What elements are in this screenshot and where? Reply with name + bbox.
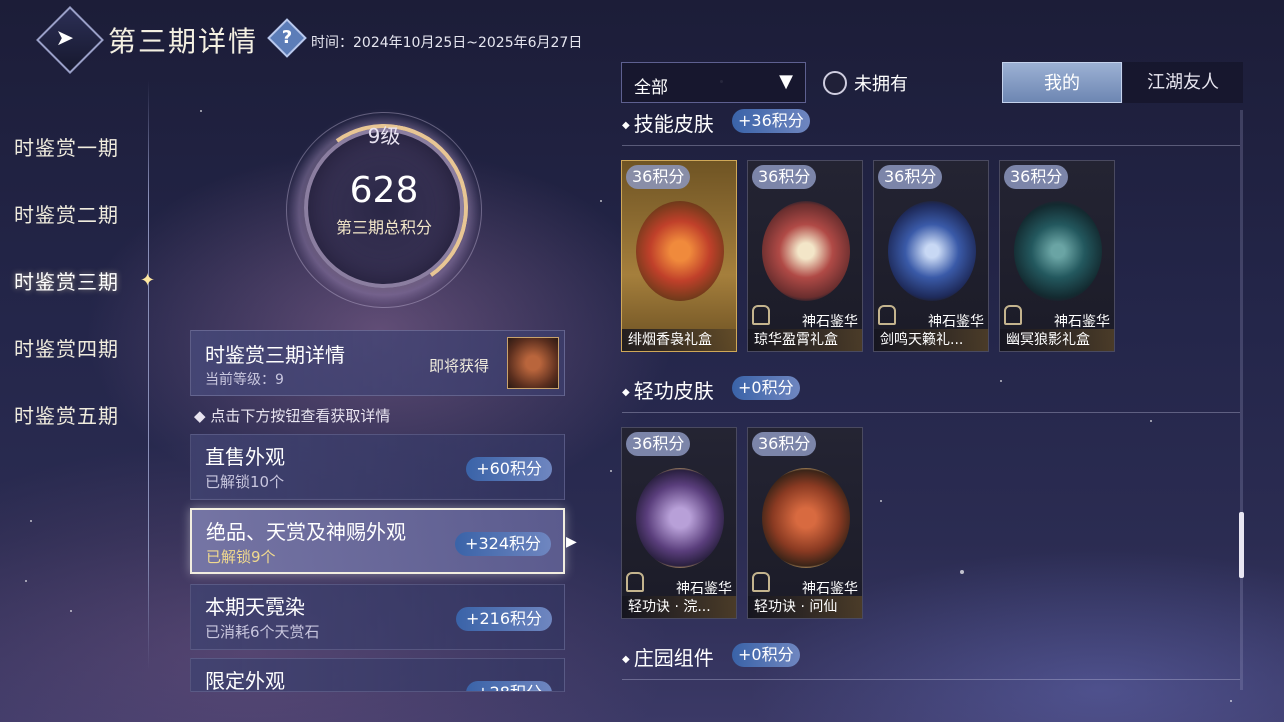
dropdown-caret-icon: ▼: [779, 71, 793, 92]
item-art: [762, 201, 850, 301]
section-title-manor: ◆ 庄园组件: [622, 646, 714, 670]
item-card[interactable]: 36积分 神石鉴华 轻功诀 · 浣...: [621, 427, 737, 619]
section-title-qinggong: ◆ 轻功皮肤: [622, 379, 714, 403]
item-art: [762, 468, 850, 568]
detail-title: 时鉴赏三期详情: [205, 343, 345, 367]
nav-item-period-2[interactable]: 时鉴赏二期: [14, 199, 119, 228]
item-art: [1014, 201, 1102, 301]
category-title: 绝品、天赏及神赐外观: [206, 520, 406, 544]
card-name: 琼华盈霄礼盒: [748, 329, 862, 351]
card-points: 36积分: [752, 432, 817, 456]
category-points: +60积分: [466, 457, 552, 481]
category-points: +28积分: [466, 681, 552, 691]
selected-arrow-icon: ▶: [566, 534, 577, 550]
card-source: 神石鉴华: [1054, 314, 1110, 330]
category-sub: 已消耗6个天赏石: [205, 623, 320, 641]
category-points: +324积分: [455, 532, 551, 556]
detail-soon-label: 即将获得: [429, 357, 490, 375]
category-title: 直售外观: [205, 445, 285, 469]
lock-icon: [1004, 305, 1022, 325]
section-points: +0积分: [732, 643, 800, 667]
card-points: 36积分: [752, 165, 817, 189]
event-time: 时间：2024年10月25日~2025年6月27日: [311, 32, 582, 52]
score-total: 628: [349, 170, 419, 211]
time-label: 时间：: [311, 35, 353, 51]
section-label: 轻功皮肤: [633, 379, 714, 403]
score-label: 第三期总积分: [335, 218, 432, 237]
scrollbar-thumb[interactable]: [1239, 512, 1244, 578]
card-points: 36积分: [1004, 165, 1069, 189]
item-card[interactable]: 36积分 神石鉴华 剑鸣天籁礼...: [873, 160, 989, 352]
section-points: +36积分: [732, 109, 810, 133]
section-divider: [622, 412, 1240, 413]
active-spark-icon: ✦: [140, 270, 156, 291]
section-label: 技能皮肤: [633, 112, 714, 136]
card-name: 绯烟香袅礼盒: [622, 329, 736, 351]
section-divider: [622, 145, 1240, 146]
filter-value: 全部: [634, 78, 668, 98]
nav-item-period-5[interactable]: 时鉴赏五期: [14, 400, 119, 429]
item-card[interactable]: 36积分 神石鉴华 轻功诀 · 问仙: [747, 427, 863, 619]
item-art: [636, 468, 724, 568]
time-range: 2024年10月25日~2025年6月27日: [353, 35, 583, 51]
nav-item-period-3[interactable]: 时鉴赏三期: [14, 266, 119, 295]
score-level: 9级: [367, 124, 401, 148]
card-name: 幽冥狼影礼盒: [1000, 329, 1114, 351]
period-detail-card[interactable]: 时鉴赏三期详情 当前等级：9 即将获得: [190, 330, 565, 396]
page-title: 第三期详情: [108, 25, 259, 58]
nav-item-period-4[interactable]: 时鉴赏四期: [14, 333, 119, 362]
section-label: 庄园组件: [633, 646, 714, 670]
filter-dropdown[interactable]: 全部 ▼: [621, 62, 806, 103]
reward-thumbnail[interactable]: [507, 337, 559, 389]
category-points: +216积分: [456, 607, 552, 631]
item-art: [888, 201, 976, 301]
section-title-skill: ◆ 技能皮肤: [622, 112, 714, 136]
item-art: [636, 201, 724, 301]
category-sub: 已解锁9个: [206, 548, 276, 566]
tab-friends[interactable]: 江湖友人: [1123, 62, 1243, 103]
card-source: 神石鉴华: [802, 314, 858, 330]
card-source: 神石鉴华: [928, 314, 984, 330]
scrollbar-track[interactable]: [1240, 110, 1243, 690]
category-dye[interactable]: 本期天霓染 已消耗6个天赏石 +216积分: [190, 584, 565, 650]
tab-mine[interactable]: 我的: [1002, 62, 1122, 103]
category-sub: 已解锁10个: [205, 473, 285, 491]
category-limited[interactable]: 限定外观 +28积分: [190, 658, 565, 692]
lock-icon: [878, 305, 896, 325]
card-points: 36积分: [626, 165, 691, 189]
card-points: 36积分: [878, 165, 943, 189]
lock-icon: [752, 572, 770, 592]
unowned-label[interactable]: 未拥有: [854, 70, 908, 96]
lock-icon: [626, 572, 644, 592]
category-title: 本期天霓染: [205, 595, 305, 619]
lock-icon: [752, 305, 770, 325]
card-name: 轻功诀 · 浣...: [622, 596, 736, 618]
category-title: 限定外观: [205, 669, 285, 692]
card-name: 轻功诀 · 问仙: [748, 596, 862, 618]
item-card[interactable]: 36积分 神石鉴华 幽冥狼影礼盒: [999, 160, 1115, 352]
detail-current-level: 当前等级：9: [205, 372, 284, 388]
section-points: +0积分: [732, 376, 800, 400]
section-divider: [622, 679, 1240, 680]
category-direct-sale[interactable]: 直售外观 已解锁10个 +60积分: [190, 434, 565, 500]
item-card[interactable]: 36积分 神石鉴华 琼华盈霄礼盒: [747, 160, 863, 352]
card-points: 36积分: [626, 432, 691, 456]
nav-divider: [148, 80, 149, 670]
card-name: 剑鸣天籁礼...: [874, 329, 988, 351]
help-icon[interactable]: ?: [267, 18, 307, 58]
hint-label: 点击下方按钮查看获取详情: [210, 407, 391, 425]
hint-text: ◆ 点击下方按钮查看获取详情: [194, 407, 391, 425]
back-button[interactable]: ➤: [36, 6, 104, 74]
unowned-radio[interactable]: [823, 71, 847, 95]
item-card[interactable]: 36积分 绯烟香袅礼盒: [621, 160, 737, 352]
category-premium[interactable]: 绝品、天赏及神赐外观 已解锁9个 +324积分: [190, 508, 565, 574]
back-arrow-icon: ➤: [55, 25, 75, 51]
card-source: 神石鉴华: [676, 581, 732, 597]
nav-item-period-1[interactable]: 时鉴赏一期: [14, 132, 119, 161]
card-source: 神石鉴华: [802, 581, 858, 597]
